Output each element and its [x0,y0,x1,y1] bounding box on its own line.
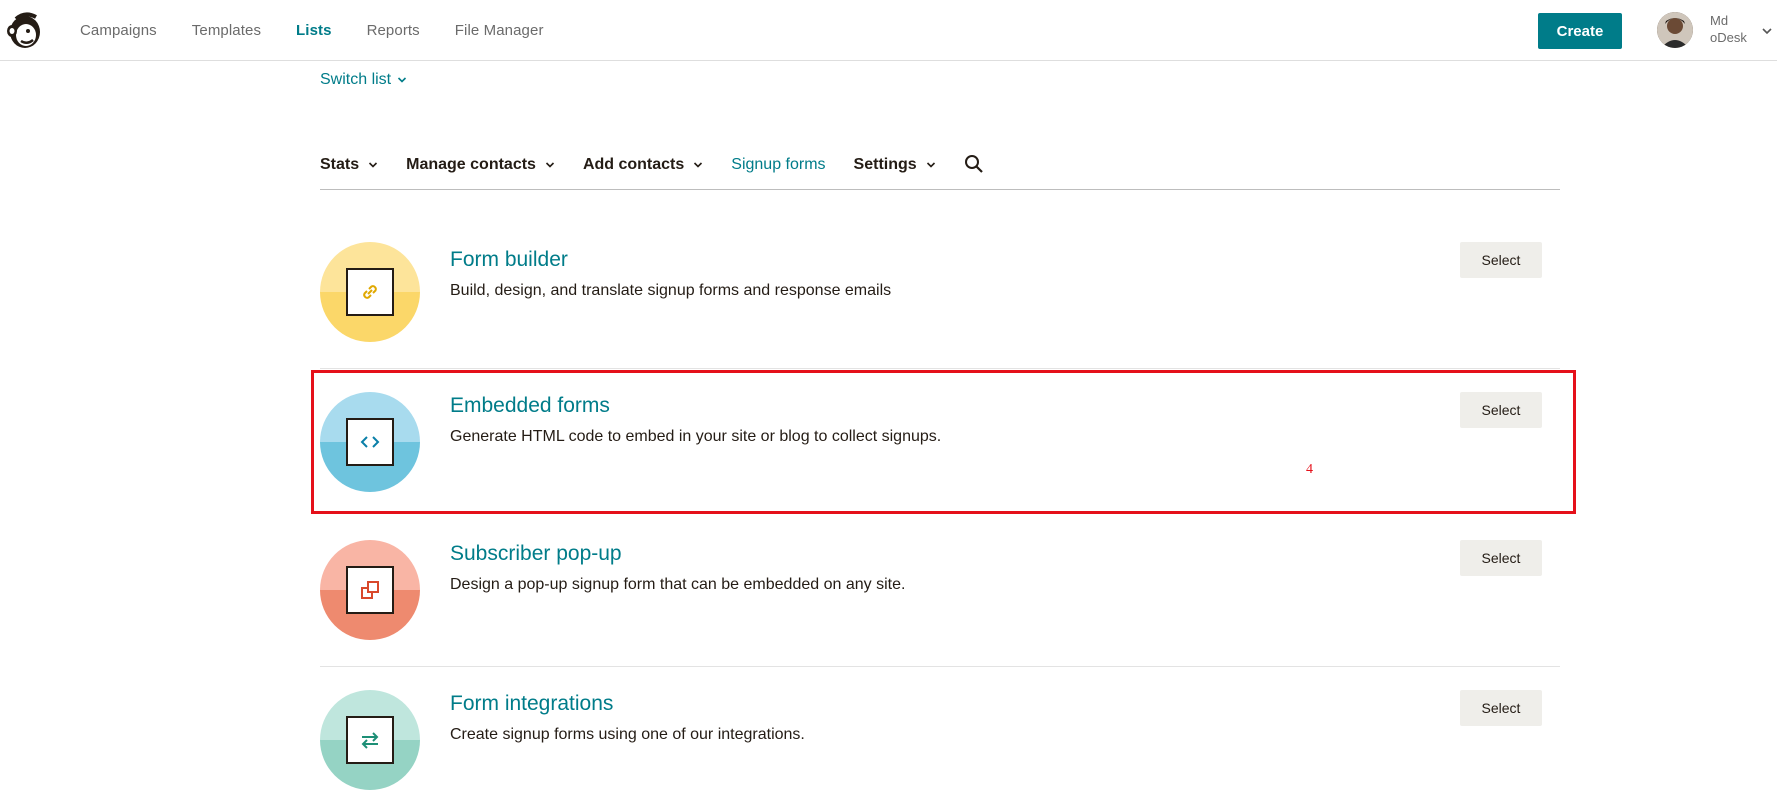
subnav-settings[interactable]: Settings [854,140,936,174]
form-builder-title[interactable]: Form builder [450,248,568,272]
chevron-down-icon[interactable] [1761,25,1773,37]
subnav-stats-label: Stats [320,156,360,173]
form-integrations-select-button[interactable]: Select [1460,690,1542,726]
form-integrations-title[interactable]: Form integrations [450,692,613,716]
switch-list-label: Switch list [320,71,392,88]
subnav-manage-label: Manage contacts [406,156,536,173]
subnav-settings-label: Settings [853,156,917,173]
highlight-box [311,370,1576,514]
form-integrations-description: Create signup forms using one of our int… [450,726,805,743]
subnav-add-contacts[interactable]: Add contacts [583,140,703,174]
chevron-down-icon [926,162,935,168]
subscriber-popup-title[interactable]: Subscriber pop-up [450,542,622,566]
subscriber-popup-illustration [320,540,420,640]
row-divider [320,666,1560,667]
form-option-form-integrations: Form integrations Create signup forms us… [320,680,1560,808]
nav-templates[interactable]: Templates [192,22,261,39]
subnav-signup-label: Signup forms [731,156,826,173]
nav-campaigns[interactable]: Campaigns [80,22,157,39]
nav-lists[interactable]: Lists [296,22,332,39]
annotation-number: 4 [1306,462,1313,477]
chevron-down-icon [369,162,378,168]
subscriber-popup-select-button[interactable]: Select [1460,540,1542,576]
subnav-manage-contacts[interactable]: Manage contacts [406,140,555,174]
subnav-stats[interactable]: Stats [320,140,378,174]
popup-icon [346,566,394,614]
top-navigation: Campaigns Templates Lists Reports File M… [0,0,1777,61]
list-subnav: Stats Manage contacts Add contacts Signu… [320,140,1560,190]
chevron-down-icon [694,162,703,168]
avatar[interactable] [1657,12,1693,48]
nav-reports[interactable]: Reports [367,22,420,39]
search-icon[interactable] [964,140,984,179]
subscriber-popup-description: Design a pop-up signup form that can be … [450,576,906,593]
form-builder-select-button[interactable]: Select [1460,242,1542,278]
nav-file-manager[interactable]: File Manager [455,22,544,39]
subnav-signup-forms[interactable]: Signup forms [731,140,825,174]
user-name-line2: oDesk [1710,30,1747,45]
link-icon [346,268,394,316]
chevron-down-icon [545,162,555,168]
main-nav-links: Campaigns Templates Lists Reports File M… [80,0,579,61]
form-option-subscriber-popup: Subscriber pop-up Design a pop-up signup… [320,530,1560,658]
subnav-add-label: Add contacts [582,156,685,173]
form-builder-illustration [320,242,420,342]
form-integrations-illustration [320,690,420,790]
user-name-line1: Md [1710,13,1729,28]
chevron-down-icon [398,77,407,83]
switch-list-dropdown[interactable]: Switch list [320,71,407,89]
form-builder-description: Build, design, and translate signup form… [450,282,892,299]
user-name[interactable]: Md oDesk [1710,12,1760,46]
arrows-exchange-icon [346,716,394,764]
form-option-form-builder: Form builder Build, design, and translat… [320,232,1560,360]
create-button[interactable]: Create [1538,13,1622,49]
mailchimp-logo-icon[interactable] [6,11,44,51]
row-divider [320,368,1560,369]
